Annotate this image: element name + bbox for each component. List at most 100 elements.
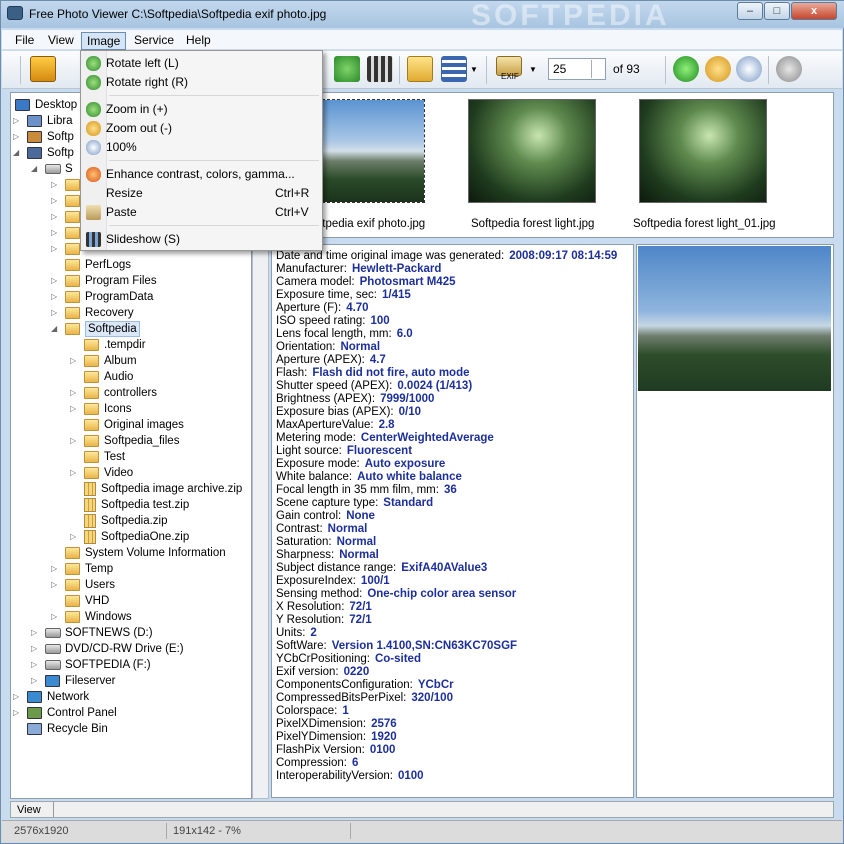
expand-icon[interactable]: ▷ (31, 677, 39, 685)
menu-image[interactable]: Image (81, 32, 127, 50)
exif-row: Camera model: Photosmart M425 (276, 276, 455, 289)
expand-icon[interactable]: ▷ (13, 693, 21, 701)
expand-icon[interactable]: ▷ (51, 613, 59, 621)
expand-icon[interactable]: ▷ (70, 437, 78, 445)
expand-icon[interactable]: ▷ (13, 117, 21, 125)
collapse-icon[interactable]: ◢ (31, 165, 39, 173)
menu-separator (109, 95, 319, 96)
minimize-button[interactable]: – (737, 2, 763, 20)
thumbnail-strip: Softpedia exif photo.jpg Softpedia fores… (271, 92, 834, 238)
page-spinner[interactable] (591, 60, 604, 78)
expand-icon[interactable]: ▷ (51, 245, 59, 253)
exif-key: Saturation: (276, 536, 332, 548)
expand-icon[interactable]: ▷ (51, 277, 59, 285)
menu-item-label: Paste (106, 205, 137, 219)
expand-icon[interactable]: ▷ (51, 309, 59, 317)
collapse-icon[interactable]: ◢ (51, 325, 59, 333)
filmstrip-icon[interactable] (367, 56, 393, 82)
menu-view[interactable]: View (43, 32, 79, 48)
zip-file-icon (84, 514, 96, 528)
exif-key: InteroperabilityVersion: (276, 770, 393, 782)
thumbnails-view-icon[interactable] (441, 56, 467, 82)
expand-icon[interactable]: ▷ (51, 181, 59, 189)
expand-icon[interactable]: ▷ (51, 197, 59, 205)
menu-service[interactable]: Service (129, 32, 179, 48)
folder-icon (65, 595, 80, 607)
menu-item[interactable]: 100% (82, 138, 321, 157)
expand-icon[interactable]: ▷ (13, 709, 21, 717)
thumbnail-3[interactable] (639, 99, 767, 203)
exif-value: 100 (370, 315, 390, 327)
exif-key: Exposure time, sec: (276, 289, 377, 301)
expand-icon[interactable]: ▷ (51, 229, 59, 237)
exif-key: FlashPix Version: (276, 744, 365, 756)
expand-icon[interactable]: ▷ (31, 661, 39, 669)
exif-value: Photosmart M425 (359, 276, 456, 288)
menu-item-shortcut: Ctrl+R (275, 186, 310, 200)
expand-icon[interactable]: ▷ (51, 581, 59, 589)
exif-value: 0100 (369, 744, 396, 756)
folder-icon (65, 243, 80, 255)
page-number-input[interactable]: 25 (548, 58, 606, 80)
close-button[interactable]: x (791, 2, 837, 20)
bin-icon (27, 723, 42, 735)
exif-key: Y Resolution: (276, 614, 345, 626)
folder-icon (65, 291, 80, 303)
title-bar[interactable]: Free Photo Viewer C:\Softpedia\Softpedia… (1, 0, 844, 32)
exif-key: Light source: (276, 445, 342, 457)
folder-up-icon[interactable] (407, 56, 433, 82)
menu-item[interactable]: Zoom in (+) (82, 100, 321, 119)
zoom-in-icon[interactable] (673, 56, 699, 82)
zoom-100-icon[interactable] (736, 56, 762, 82)
expand-icon[interactable]: ▷ (70, 533, 78, 541)
exif-row: FlashPix Version: 0100 (276, 744, 395, 757)
view-bar: View (10, 801, 834, 818)
zoom-100-icon (86, 140, 101, 155)
menu-file[interactable]: File (10, 32, 39, 48)
expand-icon[interactable]: ▷ (31, 629, 39, 637)
exif-key: SoftWare: (276, 640, 327, 652)
expand-icon[interactable]: ▷ (70, 405, 78, 413)
exif-row: Sensing method: One-chip color area senso… (276, 588, 516, 601)
collapse-icon[interactable]: ◢ (13, 149, 21, 157)
thumbnail-2[interactable] (468, 99, 596, 203)
thumbnail-zoom: 191x142 - 7% (173, 825, 241, 837)
menu-help[interactable]: Help (181, 32, 216, 48)
tree-item-label: SOFTNEWS (D:) (65, 627, 153, 639)
expand-icon[interactable]: ▷ (51, 213, 59, 221)
folder-icon (65, 579, 80, 591)
zip-file-icon (84, 530, 96, 544)
fit-screen-icon[interactable] (334, 56, 360, 82)
save-icon[interactable] (30, 56, 56, 82)
tree-item-label: ProgramData (85, 291, 154, 303)
menu-item[interactable]: Paste Ctrl+V (82, 203, 321, 222)
zoom-out-icon[interactable] (705, 56, 731, 82)
menu-item-label: Enhance contrast, colors, gamma... (106, 167, 295, 181)
expand-icon[interactable]: ▷ (51, 293, 59, 301)
expand-icon[interactable]: ▷ (70, 389, 78, 397)
tree-item-label: Audio (104, 371, 134, 383)
menu-item[interactable]: Slideshow (S) (82, 230, 321, 249)
folder-icon (65, 323, 80, 335)
expand-icon[interactable]: ▷ (13, 133, 21, 141)
tree-item-label: Icons (104, 403, 132, 415)
exif-dropdown-icon[interactable]: ▼ (529, 65, 537, 74)
menu-item[interactable]: Rotate right (R) (82, 73, 321, 92)
folder-icon (65, 227, 80, 239)
settings-gear-icon[interactable] (776, 56, 802, 82)
net-icon (27, 691, 42, 703)
exif-row: Manufacturer: Hewlett-Packard (276, 263, 441, 276)
chevron-down-icon[interactable]: ▼ (470, 65, 478, 74)
expand-icon[interactable]: ▷ (70, 469, 78, 477)
maximize-button[interactable]: □ (764, 2, 790, 20)
expand-icon[interactable]: ▷ (70, 357, 78, 365)
menu-item[interactable]: Enhance contrast, colors, gamma... (82, 165, 321, 184)
rotate-right-icon (86, 75, 101, 90)
menu-item[interactable]: Resize Ctrl+R (82, 184, 321, 203)
expand-icon[interactable]: ▷ (51, 565, 59, 573)
tree-item-label: Recovery (85, 307, 134, 319)
expand-icon[interactable]: ▷ (31, 645, 39, 653)
folder-icon (84, 419, 99, 431)
menu-item[interactable]: Zoom out (-) (82, 119, 321, 138)
menu-item[interactable]: Rotate left (L) (82, 54, 321, 73)
